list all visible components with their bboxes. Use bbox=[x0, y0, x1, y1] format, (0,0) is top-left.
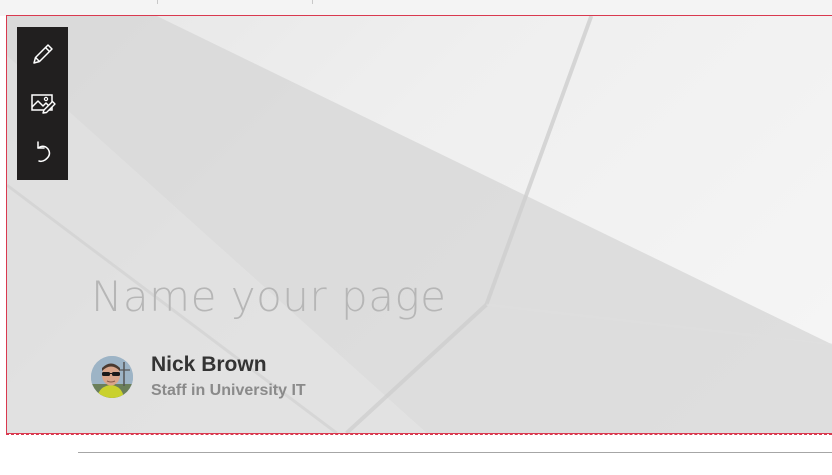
change-image-button[interactable] bbox=[21, 81, 65, 124]
reset-button[interactable] bbox=[21, 131, 65, 174]
selection-border bbox=[6, 434, 832, 435]
section-divider bbox=[78, 452, 832, 453]
author-role: Staff in University IT bbox=[151, 382, 306, 399]
tab-divider bbox=[157, 0, 158, 4]
page-title-input[interactable]: Name your page bbox=[91, 272, 447, 321]
top-strip bbox=[0, 0, 832, 16]
tab-divider bbox=[312, 0, 313, 4]
undo-icon bbox=[36, 141, 50, 163]
avatar-photo bbox=[91, 356, 133, 398]
title-region-toolbar bbox=[17, 27, 68, 180]
title-region[interactable]: Name your page Nick Brown Staff in Unive… bbox=[6, 15, 832, 434]
author-block: Nick Brown Staff in University IT bbox=[91, 352, 306, 402]
author-name: Nick Brown bbox=[151, 353, 267, 376]
pencil-icon bbox=[32, 43, 53, 64]
edit-button[interactable] bbox=[21, 32, 65, 75]
image-edit-icon bbox=[30, 94, 56, 114]
avatar bbox=[91, 356, 133, 398]
